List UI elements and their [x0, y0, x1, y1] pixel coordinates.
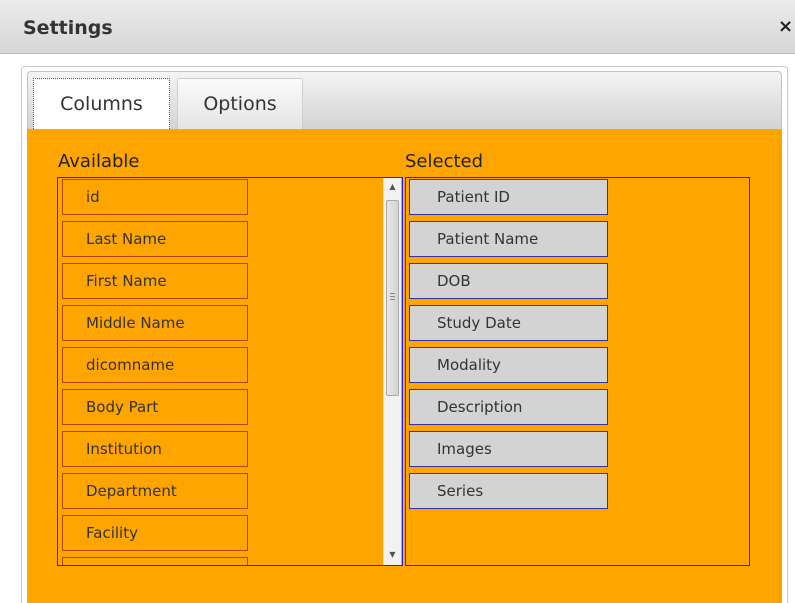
- available-label: Available: [58, 151, 140, 172]
- available-list-scrollbar[interactable]: ▲ ▼: [383, 178, 401, 565]
- available-item-department[interactable]: Department: [62, 473, 248, 509]
- selected-item-patient-id[interactable]: Patient ID: [409, 179, 608, 215]
- scrollbar-thumb[interactable]: [386, 200, 399, 396]
- selected-item-patient-name[interactable]: Patient Name: [409, 221, 608, 257]
- dialog-titlebar: Settings ×: [0, 0, 795, 54]
- selected-columns-list[interactable]: Patient ID Patient Name DOB Study Date M…: [405, 177, 750, 566]
- selected-item-modality[interactable]: Modality: [409, 347, 608, 383]
- available-item-first-name[interactable]: First Name: [62, 263, 248, 299]
- available-item-middle-name[interactable]: Middle Name: [62, 305, 248, 341]
- available-item-partial[interactable]: [62, 557, 248, 565]
- grip-icon: [390, 293, 395, 300]
- available-item-body-part[interactable]: Body Part: [62, 389, 248, 425]
- selected-item-series[interactable]: Series: [409, 473, 608, 509]
- scroll-up-arrow-icon[interactable]: ▲: [384, 178, 401, 195]
- selected-item-images[interactable]: Images: [409, 431, 608, 467]
- available-item-dicomname[interactable]: dicomname: [62, 347, 248, 383]
- available-item-facility[interactable]: Facility: [62, 515, 248, 551]
- available-item-id[interactable]: id: [62, 179, 248, 215]
- tab-columns[interactable]: Columns: [33, 78, 170, 129]
- selected-item-dob[interactable]: DOB: [409, 263, 608, 299]
- selected-item-description[interactable]: Description: [409, 389, 608, 425]
- selected-item-study-date[interactable]: Study Date: [409, 305, 608, 341]
- scroll-down-arrow-icon[interactable]: ▼: [384, 546, 401, 563]
- available-item-institution[interactable]: Institution: [62, 431, 248, 467]
- tab-options[interactable]: Options: [177, 78, 303, 129]
- available-columns-list[interactable]: id Last Name First Name Middle Name dico…: [57, 177, 403, 566]
- close-icon[interactable]: ×: [778, 16, 793, 37]
- dialog-title: Settings: [23, 17, 113, 39]
- selected-label: Selected: [405, 151, 484, 172]
- available-item-last-name[interactable]: Last Name: [62, 221, 248, 257]
